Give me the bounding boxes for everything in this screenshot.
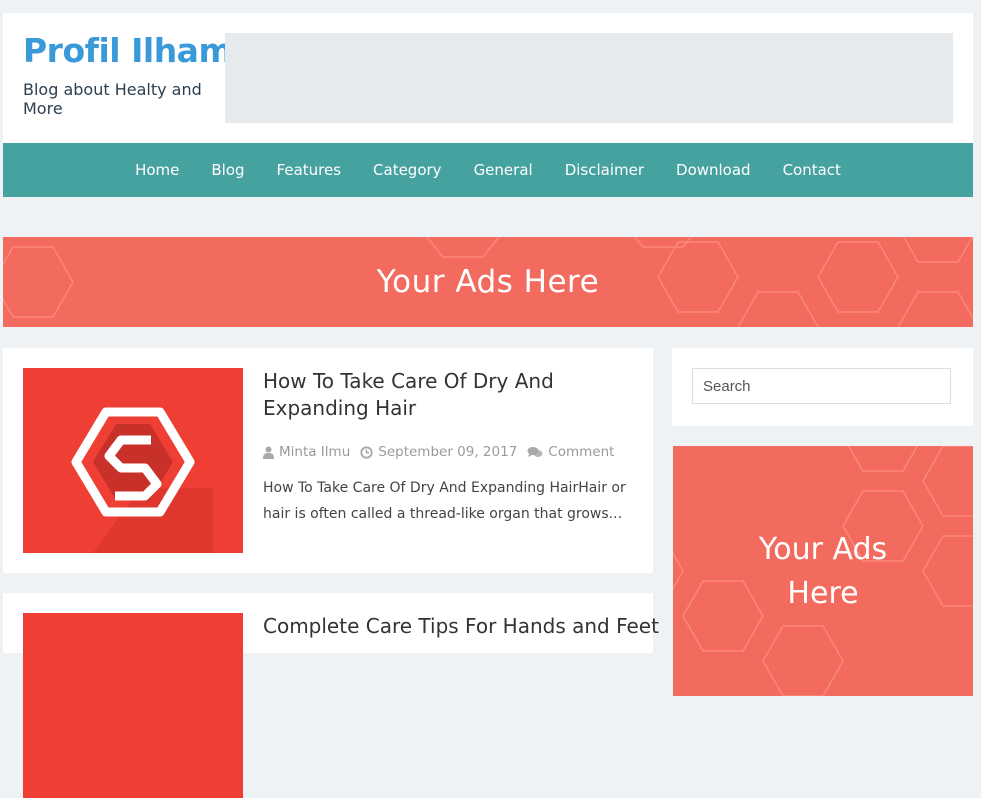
sidebar-ad-text: Your Ads Here: [673, 528, 973, 616]
post-card: Complete Care Tips For Hands and Feet: [3, 593, 659, 798]
sidebar-ad[interactable]: Your Ads Here: [673, 446, 973, 696]
post-comments[interactable]: Comment: [527, 444, 614, 460]
site-header: Profil Ilham Blog about Healty and More: [3, 13, 973, 143]
post-excerpt: How To Take Care Of Dry And Expanding Ha…: [263, 480, 626, 522]
post-comments-text: Comment: [548, 444, 615, 460]
post-title[interactable]: How To Take Care Of Dry And Expanding Ha…: [263, 368, 633, 422]
nav-item-download[interactable]: Download: [660, 143, 767, 197]
post-meta: Minta Ilmu September 09, 2017 Comment: [263, 444, 624, 460]
site-title[interactable]: Profil Ilham: [23, 31, 233, 70]
search-input[interactable]: [692, 368, 951, 404]
post-author[interactable]: Minta Ilmu: [263, 444, 350, 460]
site-description: Blog about Healty and More: [23, 80, 202, 118]
banner-ad[interactable]: Your Ads Here: [3, 237, 973, 327]
nav-item-features[interactable]: Features: [261, 143, 358, 197]
nav-item-contact[interactable]: Contact: [767, 143, 857, 197]
s-logo-icon: [71, 407, 213, 553]
comments-icon: [527, 446, 543, 457]
nav-item-disclaimer[interactable]: Disclaimer: [549, 143, 660, 197]
main-nav: Home Blog Features Category General Disc…: [3, 143, 973, 197]
sidebar-ad-line1: Your Ads: [758, 532, 888, 567]
post-author-name: Minta Ilmu: [279, 444, 351, 460]
post-date: September 09, 2017: [360, 444, 517, 460]
nav-item-blog[interactable]: Blog: [195, 143, 260, 197]
sidebar-ad-line2: Here: [787, 576, 859, 611]
user-icon: [263, 446, 274, 459]
banner-ad-text: Your Ads Here: [376, 264, 600, 300]
nav-item-category[interactable]: Category: [357, 143, 458, 197]
nav-item-general[interactable]: General: [458, 143, 549, 197]
nav-item-home[interactable]: Home: [119, 143, 195, 197]
post-title[interactable]: Complete Care Tips For Hands and Feet: [263, 613, 659, 640]
post-date-text: September 09, 2017: [378, 444, 518, 460]
header-ad-slot: [225, 33, 953, 123]
sidebar-search-widget: [672, 348, 973, 426]
post-card: How To Take Care Of Dry And Expanding Ha…: [3, 348, 653, 573]
clock-icon: [360, 445, 373, 459]
post-thumbnail[interactable]: [23, 368, 243, 553]
